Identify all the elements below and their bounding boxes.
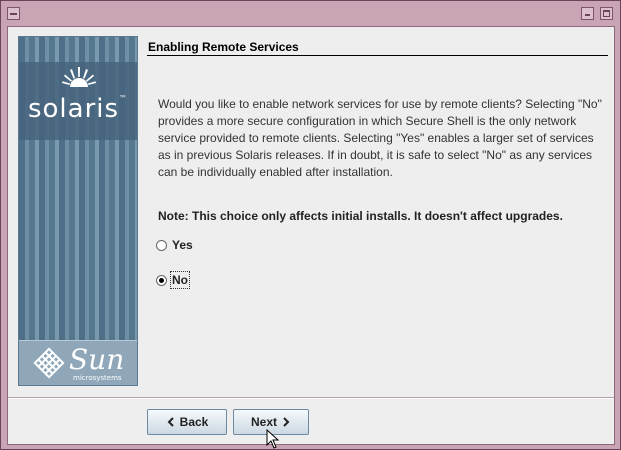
back-button[interactable]: Back xyxy=(147,409,227,435)
radio-button-yes[interactable] xyxy=(156,239,167,251)
window-menu-icon[interactable] xyxy=(7,7,20,20)
note-text: Note: This choice only affects initial i… xyxy=(158,209,563,223)
footer-divider-highlight xyxy=(8,398,614,399)
next-button-label: Next xyxy=(250,415,277,429)
mouse-pointer-icon xyxy=(266,429,280,449)
sun-wordmark: Sun xyxy=(69,343,125,376)
window-titlebar[interactable] xyxy=(1,1,620,27)
radio-label-yes[interactable]: Yes xyxy=(171,237,194,253)
radio-option-yes[interactable]: Yes xyxy=(156,237,194,253)
installer-window: solaris™ Sun microsystems Enabling Remot… xyxy=(0,0,621,450)
page-title: Enabling Remote Services xyxy=(148,40,299,54)
chevron-right-icon xyxy=(283,417,290,427)
chevron-left-icon xyxy=(167,417,174,427)
radio-label-no[interactable]: No xyxy=(170,271,190,289)
sun-microsystems-logo: Sun microsystems xyxy=(19,340,137,385)
minimize-icon[interactable] xyxy=(581,7,594,20)
radio-button-no[interactable] xyxy=(156,274,167,286)
solaris-wordmark: solaris™ xyxy=(27,94,129,124)
sun-diamond-icon xyxy=(33,347,65,379)
back-button-label: Back xyxy=(179,415,209,429)
solaris-side-banner: solaris™ Sun microsystems xyxy=(18,36,138,386)
title-divider xyxy=(147,55,608,56)
sun-subtitle: microsystems xyxy=(73,374,122,382)
solaris-logo: solaris™ xyxy=(19,62,137,140)
wizard-panel: solaris™ Sun microsystems Enabling Remot… xyxy=(7,26,615,449)
solaris-sun-icon xyxy=(62,67,96,87)
description-paragraph: Would you like to enable network service… xyxy=(158,97,602,179)
radio-option-no[interactable]: No xyxy=(156,271,190,289)
maximize-icon[interactable] xyxy=(600,7,613,20)
